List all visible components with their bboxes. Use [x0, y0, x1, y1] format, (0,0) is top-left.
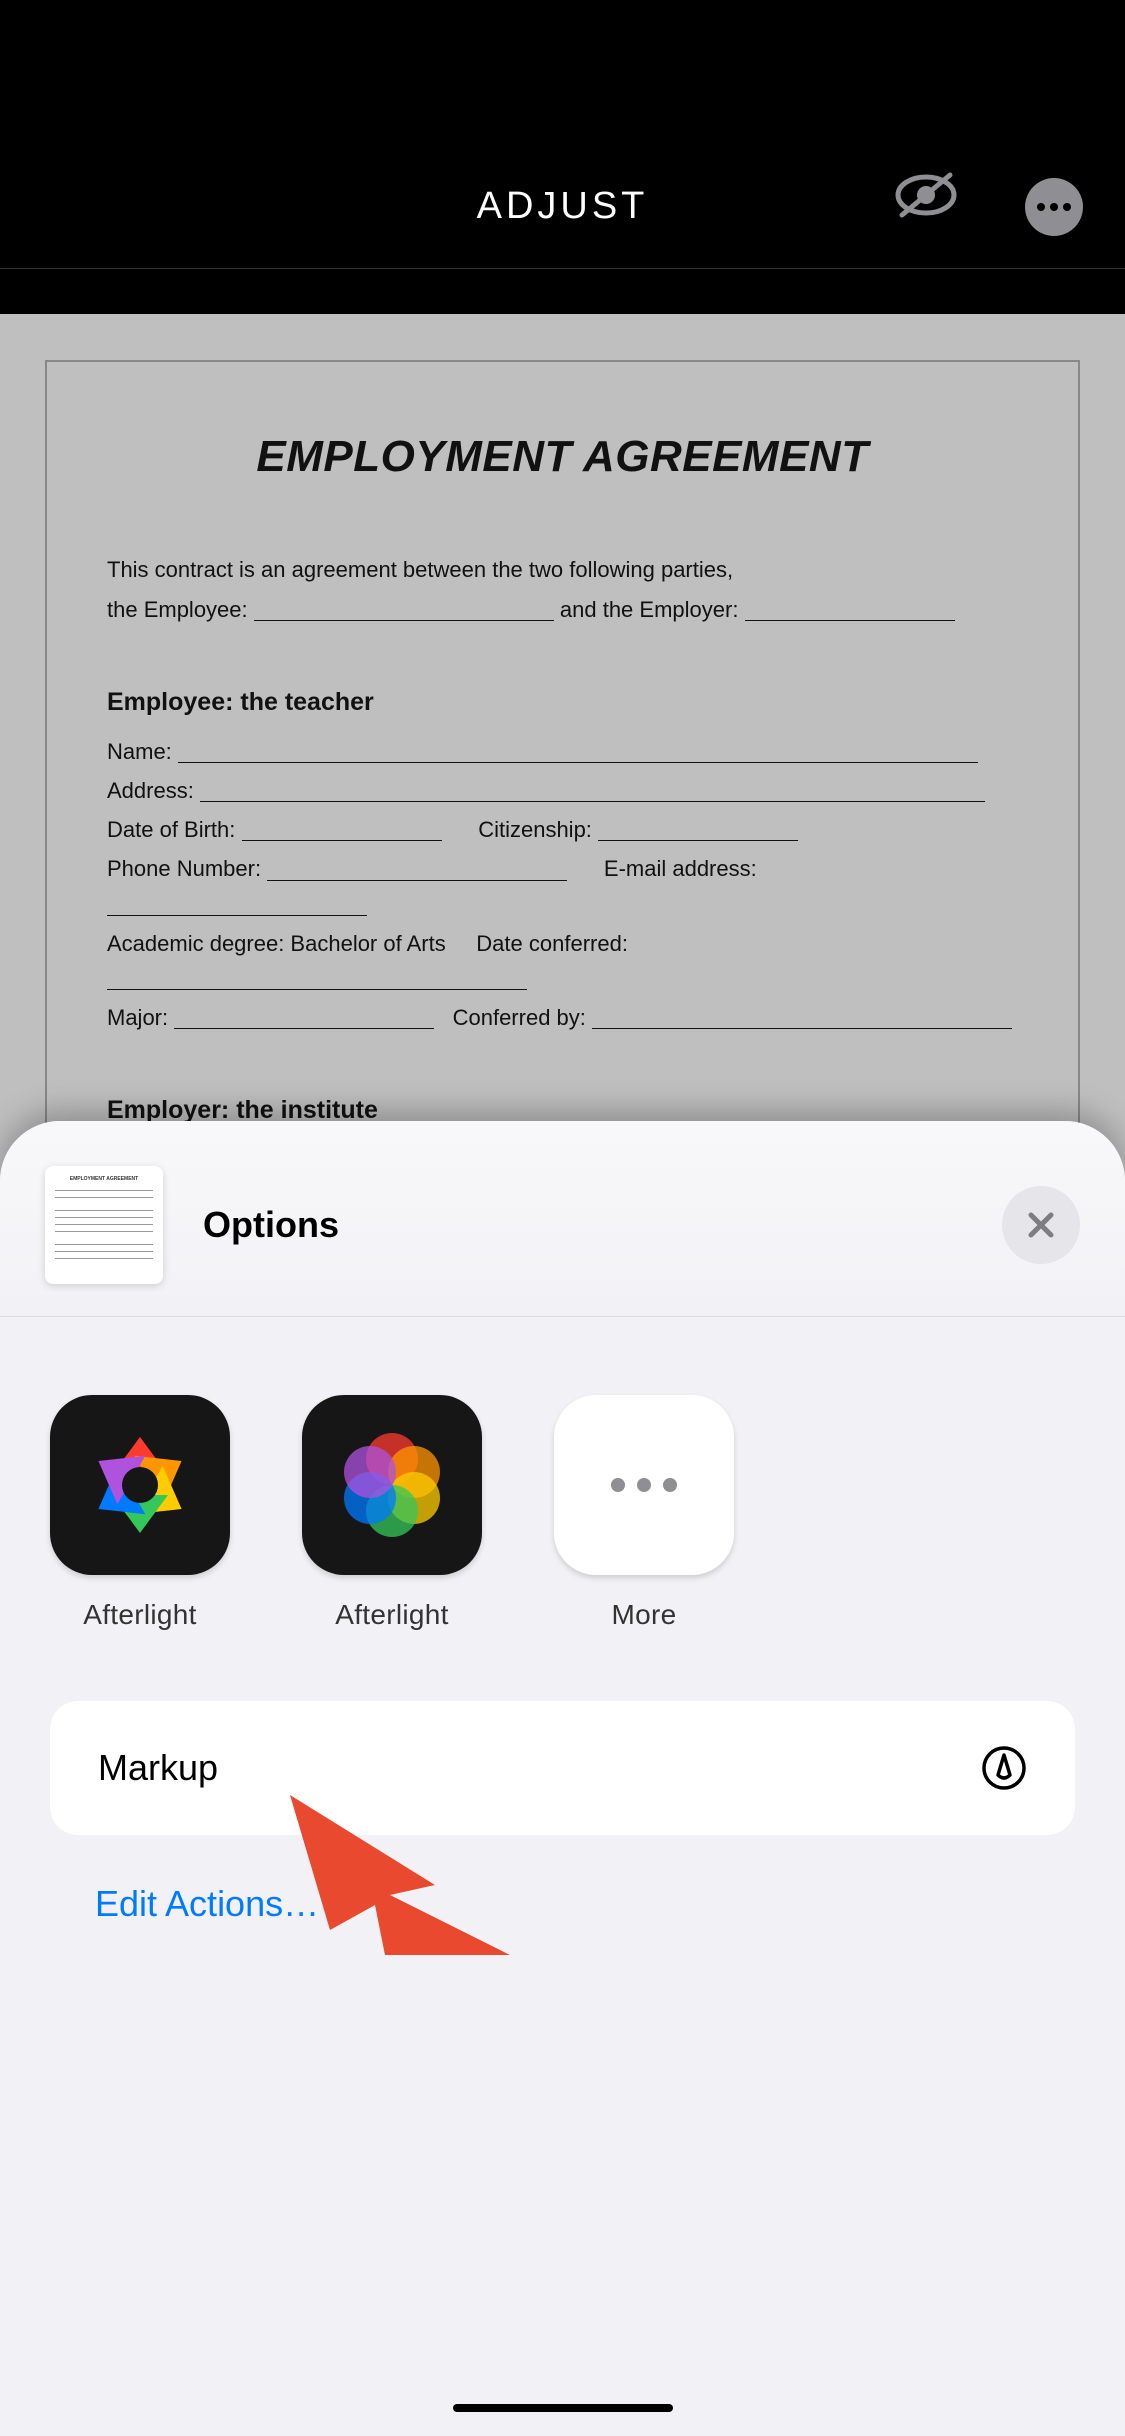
field-date-conferred: Date conferred:	[476, 931, 628, 956]
options-label[interactable]: Options	[203, 1204, 339, 1246]
doc-intro: This contract is an agreement between th…	[107, 552, 1018, 626]
field-major: Major:	[107, 1005, 168, 1030]
field-degree: Academic degree: Bachelor of Arts	[107, 931, 446, 956]
doc-title: EMPLOYMENT AGREEMENT	[107, 422, 1018, 492]
adjust-header: ADJUST	[0, 0, 1125, 269]
action-list: Markup	[0, 1661, 1125, 1835]
employee-prefix: the Employee:	[107, 597, 248, 622]
home-indicator[interactable]	[453, 2404, 673, 2412]
more-button[interactable]	[1025, 178, 1083, 236]
afterlight-color-wheel-icon	[302, 1395, 482, 1575]
app-share-row: Afterlight Afterlight	[0, 1317, 1125, 1661]
share-sheet: EMPLOYMENT AGREEMENT Options	[0, 1121, 1125, 2436]
field-citizenship: Citizenship:	[478, 817, 592, 842]
intro-text: This contract is an agreement between th…	[107, 557, 733, 582]
preview-toggle-icon[interactable]	[892, 169, 960, 226]
field-dob: Date of Birth:	[107, 817, 235, 842]
document-thumbnail[interactable]: EMPLOYMENT AGREEMENT	[45, 1166, 163, 1284]
ellipsis-icon	[1037, 203, 1071, 211]
close-icon	[1023, 1207, 1059, 1243]
edit-actions-link[interactable]: Edit Actions…	[0, 1835, 1125, 1925]
field-phone: Phone Number:	[107, 856, 261, 881]
field-conferred-by: Conferred by:	[453, 1005, 586, 1030]
afterlight-aperture-icon	[50, 1395, 230, 1575]
header-title: ADJUST	[477, 185, 649, 228]
field-name: Name:	[107, 739, 172, 764]
close-button[interactable]	[1002, 1186, 1080, 1264]
sheet-header: EMPLOYMENT AGREEMENT Options	[0, 1121, 1125, 1317]
app-label: Afterlight	[83, 1599, 197, 1631]
more-apps-icon	[554, 1395, 734, 1575]
app-item-more[interactable]: More	[554, 1395, 734, 1631]
app-label: More	[612, 1599, 677, 1631]
markup-icon	[981, 1745, 1027, 1791]
markup-action[interactable]: Markup	[50, 1701, 1075, 1835]
app-label: Afterlight	[335, 1599, 449, 1631]
field-address: Address:	[107, 778, 194, 803]
app-item-afterlight-1[interactable]: Afterlight	[50, 1395, 230, 1631]
employer-prefix: and the Employer:	[560, 597, 739, 622]
field-email: E-mail address:	[604, 856, 757, 881]
app-item-afterlight-2[interactable]: Afterlight	[302, 1395, 482, 1631]
employee-section-heading: Employee: the teacher	[107, 682, 1018, 722]
markup-label: Markup	[98, 1747, 218, 1789]
